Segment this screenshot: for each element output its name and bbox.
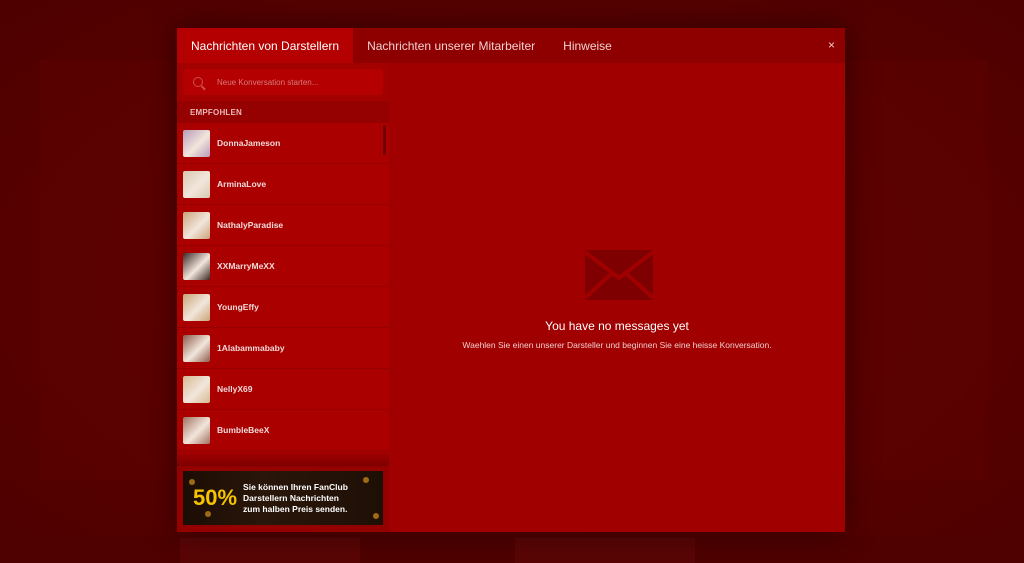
avatar [183,170,210,198]
avatar [183,293,210,321]
performer-name: ArminaLove [217,179,267,189]
list-item[interactable]: BumbleBeeX [177,410,389,451]
list-item[interactable]: ArminaLove [177,164,389,205]
list-item[interactable]: 1Alabammababy [177,328,389,369]
tab-performer-messages[interactable]: Nachrichten von Darstellern [177,28,354,63]
fanclub-banner-image[interactable]: 50% Sie können Ihren FanClub Darstellern… [183,471,383,525]
sparkle-decoration [363,477,369,483]
avatar [183,252,210,280]
backdrop-strip [0,535,1024,563]
backdrop-card-left [40,60,175,480]
list-item[interactable]: NellyX69 [177,369,389,410]
performer-name: DonnaJameson [217,138,281,148]
search-wrapper [177,63,389,101]
empty-state-subtitle: Waehlen Sie einen unserer Darsteller und… [462,340,772,350]
conversation-panel: You have no messages yet Waehlen Sie ein… [389,63,845,532]
envelope-icon [585,250,653,300]
section-label-recommended: EMPFOHLEN [177,101,389,123]
performer-list[interactable]: DonnaJameson ArminaLove NathalyParadise XXM… [177,123,389,466]
avatar [183,211,210,239]
banner-line: zum halben Preis senden. [243,503,348,514]
sparkle-decoration [373,513,379,519]
search-input[interactable] [217,77,367,87]
close-button[interactable]: × [828,38,835,52]
banner-percent: 50% [193,485,238,510]
backdrop-card-right [848,60,988,480]
search-box [183,69,383,95]
banner-line: Darstellern Nachrichten [243,492,339,503]
list-item[interactable]: YoungEffy [177,287,389,328]
avatar [183,416,210,444]
list-item[interactable]: XXMarryMeXX [177,246,389,287]
modal-tabs: Nachrichten von Darstellern Nachrichten … [177,28,845,63]
sparkle-decoration [205,511,211,517]
tab-staff-messages[interactable]: Nachrichten unserer Mitarbeiter [353,28,549,63]
avatar [183,334,210,362]
backdrop-thumb [180,538,360,563]
conversation-sidebar: EMPFOHLEN DonnaJameson ArminaLove NathalyP… [177,63,389,532]
tab-notices[interactable]: Hinweise [549,28,626,63]
modal-body: EMPFOHLEN DonnaJameson ArminaLove NathalyP… [177,63,845,532]
banner-line: Sie können Ihren FanClub [243,481,348,492]
performer-name: 1Alabammababy [217,343,285,353]
list-fade [177,452,389,466]
empty-state-title: You have no messages yet [545,319,689,333]
backdrop-thumb [515,538,695,563]
avatar [183,375,210,403]
performer-name: NathalyParadise [217,220,284,230]
list-item[interactable]: NathalyParadise [177,205,389,246]
list-scrollbar[interactable] [383,125,386,155]
avatar [183,129,210,157]
list-item[interactable]: DonnaJameson [177,123,389,164]
performer-name: YoungEffy [217,302,259,312]
fanclub-banner[interactable]: 50% Sie können Ihren FanClub Darstellern… [177,466,389,532]
search-icon [193,77,203,87]
performer-name: XXMarryMeXX [217,261,275,271]
performer-name: NellyX69 [217,384,253,394]
performer-name: BumbleBeeX [217,425,270,435]
banner-text: Sie können Ihren FanClub Darstellern Nac… [243,482,348,515]
messages-modal: Nachrichten von Darstellern Nachrichten … [177,28,845,532]
